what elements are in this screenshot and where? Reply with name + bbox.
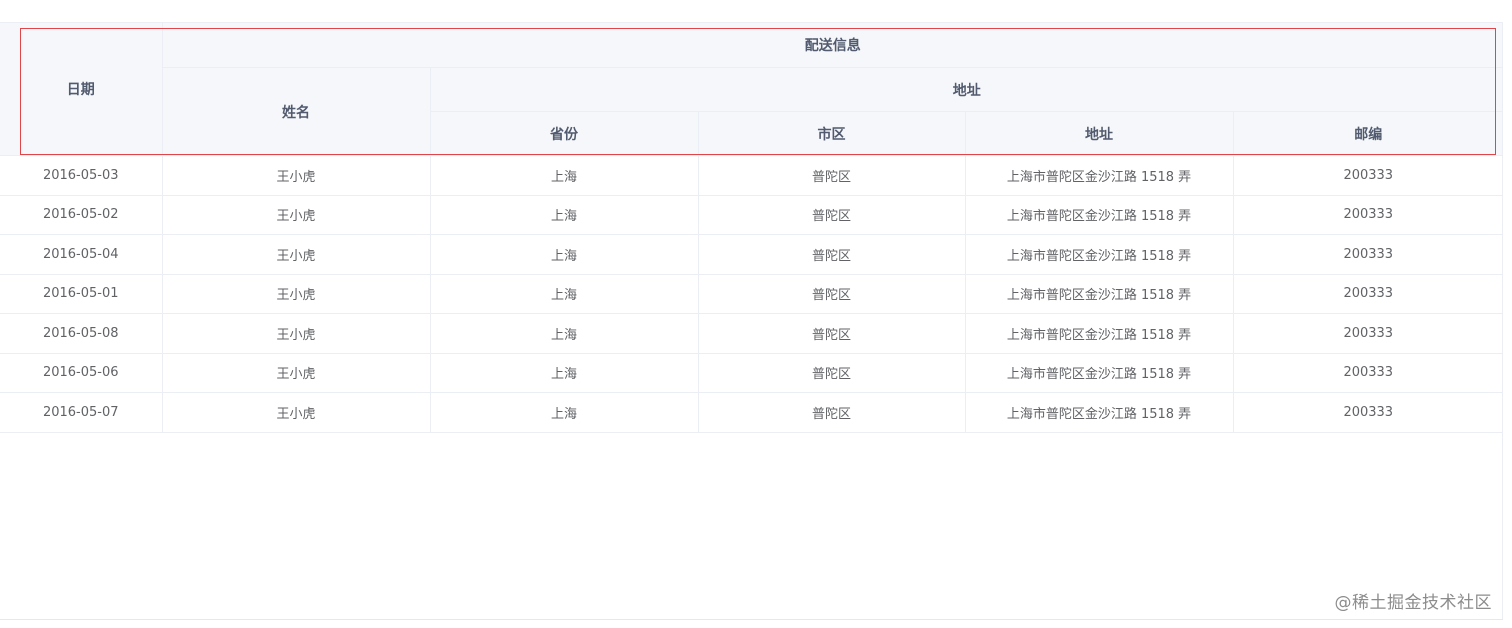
cell-date: 2016-05-08	[0, 313, 163, 354]
cell-name: 王小虎	[162, 353, 431, 393]
header-zip[interactable]: 邮编	[1233, 111, 1504, 156]
cell-province: 上海	[430, 353, 699, 393]
header-group-address: 地址	[430, 67, 1504, 112]
header-date[interactable]: 日期	[0, 23, 163, 156]
cell-date: 2016-05-03	[0, 155, 163, 196]
header-province[interactable]: 省份	[430, 111, 699, 156]
cell-city: 普陀区	[698, 195, 966, 235]
watermark: @稀土掘金技术社区	[1334, 593, 1492, 613]
page: 日期 配送信息 姓名 地址 省份 市区 地址 邮编 2016-05-03 王小虎上…	[0, 0, 1512, 628]
cell-name: 王小虎	[162, 313, 431, 354]
data-table: 日期 配送信息 姓名 地址 省份 市区 地址 邮编 2016-05-03 王小虎上…	[0, 23, 1504, 433]
cell-address: 上海市普陀区金沙江路 1518 弄	[965, 313, 1234, 354]
cell-date: 2016-05-02	[0, 195, 163, 235]
cell-province: 上海	[430, 313, 699, 354]
table-row[interactable]: 2016-05-03 王小虎 上海 普陀区 上海市普陀区金沙江路 1518 弄 20033…	[0, 155, 1504, 196]
header-address[interactable]: 地址	[965, 111, 1234, 156]
cell-name: 王小虎	[162, 234, 431, 275]
cell-name: 王小虎	[162, 392, 431, 433]
cell-zip: 200333	[1233, 234, 1504, 275]
cell-province: 上海	[430, 392, 699, 433]
cell-zip: 200333	[1233, 155, 1504, 196]
cell-name: 王小虎	[162, 155, 431, 196]
table-row[interactable]: 2016-05-07 王小虎 上海 普陀区 上海市普陀区金沙江路 1518 弄 20033…	[0, 392, 1504, 433]
cell-address: 上海市普陀区金沙江路 1518 弄	[965, 234, 1234, 275]
cell-address: 上海市普陀区金沙江路 1518 弄	[965, 274, 1234, 314]
cell-city: 普陀区	[698, 353, 966, 393]
cell-zip: 200333	[1233, 313, 1504, 354]
table-header: 日期 配送信息 姓名 地址 省份 市区 地址 邮编	[0, 23, 1504, 156]
data-table-wrapper: 日期 配送信息 姓名 地址 省份 市区 地址 邮编 2016-05-03 王小虎上…	[0, 22, 1504, 433]
cell-zip: 200333	[1233, 274, 1504, 314]
cell-city: 普陀区	[698, 274, 966, 314]
table-body: 2016-05-03 王小虎 上海 普陀区 上海市普陀区金沙江路 1518 弄 20033…	[0, 155, 1504, 433]
cell-province: 上海	[430, 195, 699, 235]
cell-zip: 200333	[1233, 353, 1504, 393]
header-city[interactable]: 市区	[698, 111, 966, 156]
cell-address: 上海市普陀区金沙江路 1518 弄	[965, 195, 1234, 235]
cell-address: 上海市普陀区金沙江路 1518 弄	[965, 392, 1234, 433]
cell-name: 王小虎	[162, 274, 431, 314]
cell-date: 2016-05-01	[0, 274, 163, 314]
cell-address: 上海市普陀区金沙江路 1518 弄	[965, 353, 1234, 393]
cell-date: 2016-05-07	[0, 392, 163, 433]
cell-province: 上海	[430, 234, 699, 275]
header-group-delivery: 配送信息	[162, 23, 1504, 68]
cell-date: 2016-05-04	[0, 234, 163, 275]
table-row[interactable]: 2016-05-08 王小虎 上海 普陀区 上海市普陀区金沙江路 1518 弄 20033…	[0, 313, 1504, 354]
cell-province: 上海	[430, 274, 699, 314]
cell-city: 普陀区	[698, 155, 966, 196]
cell-zip: 200333	[1233, 195, 1504, 235]
cell-city: 普陀区	[698, 392, 966, 433]
cell-city: 普陀区	[698, 234, 966, 275]
table-row[interactable]: 2016-05-04 王小虎 上海 普陀区 上海市普陀区金沙江路 1518 弄 20033…	[0, 234, 1504, 275]
table-right-border	[1502, 22, 1503, 620]
cell-zip: 200333	[1233, 392, 1504, 433]
header-name[interactable]: 姓名	[162, 67, 431, 156]
cell-name: 王小虎	[162, 195, 431, 235]
cell-city: 普陀区	[698, 313, 966, 354]
cell-province: 上海	[430, 155, 699, 196]
cell-address: 上海市普陀区金沙江路 1518 弄	[965, 155, 1234, 196]
table-row[interactable]: 2016-05-02 王小虎 上海 普陀区 上海市普陀区金沙江路 1518 弄 20033…	[0, 195, 1504, 235]
table-bottom-border	[0, 619, 1503, 620]
table-row[interactable]: 2016-05-01 王小虎 上海 普陀区 上海市普陀区金沙江路 1518 弄 20033…	[0, 274, 1504, 314]
cell-date: 2016-05-06	[0, 353, 163, 393]
table-row[interactable]: 2016-05-06 王小虎 上海 普陀区 上海市普陀区金沙江路 1518 弄 20033…	[0, 353, 1504, 393]
